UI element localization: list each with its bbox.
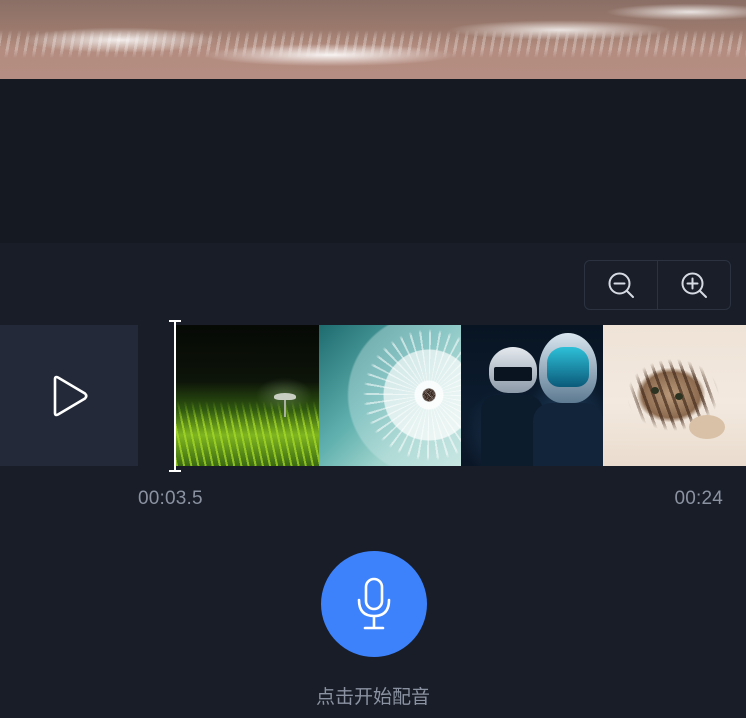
filmstrip-thumbnail	[176, 325, 319, 466]
thumbnail-detail	[494, 367, 532, 381]
video-preview	[0, 0, 746, 79]
total-duration: 00:24	[674, 488, 723, 509]
filmstrip-thumbnail	[319, 325, 461, 466]
thumbnail-texture	[359, 325, 461, 466]
play-button[interactable]	[0, 325, 138, 466]
thumbnail-detail	[274, 393, 296, 400]
microphone-icon	[357, 577, 391, 630]
zoom-out-button[interactable]	[585, 261, 657, 309]
record-hint-label: 点击开始配音	[315, 687, 430, 708]
thumbnail-detail	[689, 415, 725, 439]
zoom-out-icon	[608, 272, 634, 298]
thumbnail-detail	[547, 347, 589, 387]
thumbnail-detail	[533, 403, 603, 466]
thumbnail-texture	[176, 401, 319, 466]
zoom-in-button[interactable]	[658, 261, 730, 309]
thumbnail-detail	[651, 387, 659, 394]
playhead-cursor[interactable]	[169, 320, 181, 472]
filmstrip-thumbnail	[461, 325, 603, 466]
thumbnail-detail	[489, 347, 537, 393]
thumbnail-detail	[675, 393, 683, 400]
zoom-controls	[584, 260, 731, 310]
record-voice-button[interactable]	[321, 551, 427, 657]
dubbing-editor: 00:03.5 00:24 点击开始配音	[0, 0, 746, 718]
video-filmstrip[interactable]	[176, 325, 746, 466]
filmstrip-thumbnail	[603, 325, 746, 466]
thumbnail-detail	[539, 333, 597, 403]
current-time: 00:03.5	[138, 488, 203, 509]
preview-image-texture	[0, 30, 746, 58]
zoom-in-icon	[681, 272, 707, 298]
play-icon	[53, 375, 88, 416]
thumbnail-detail	[284, 399, 286, 417]
